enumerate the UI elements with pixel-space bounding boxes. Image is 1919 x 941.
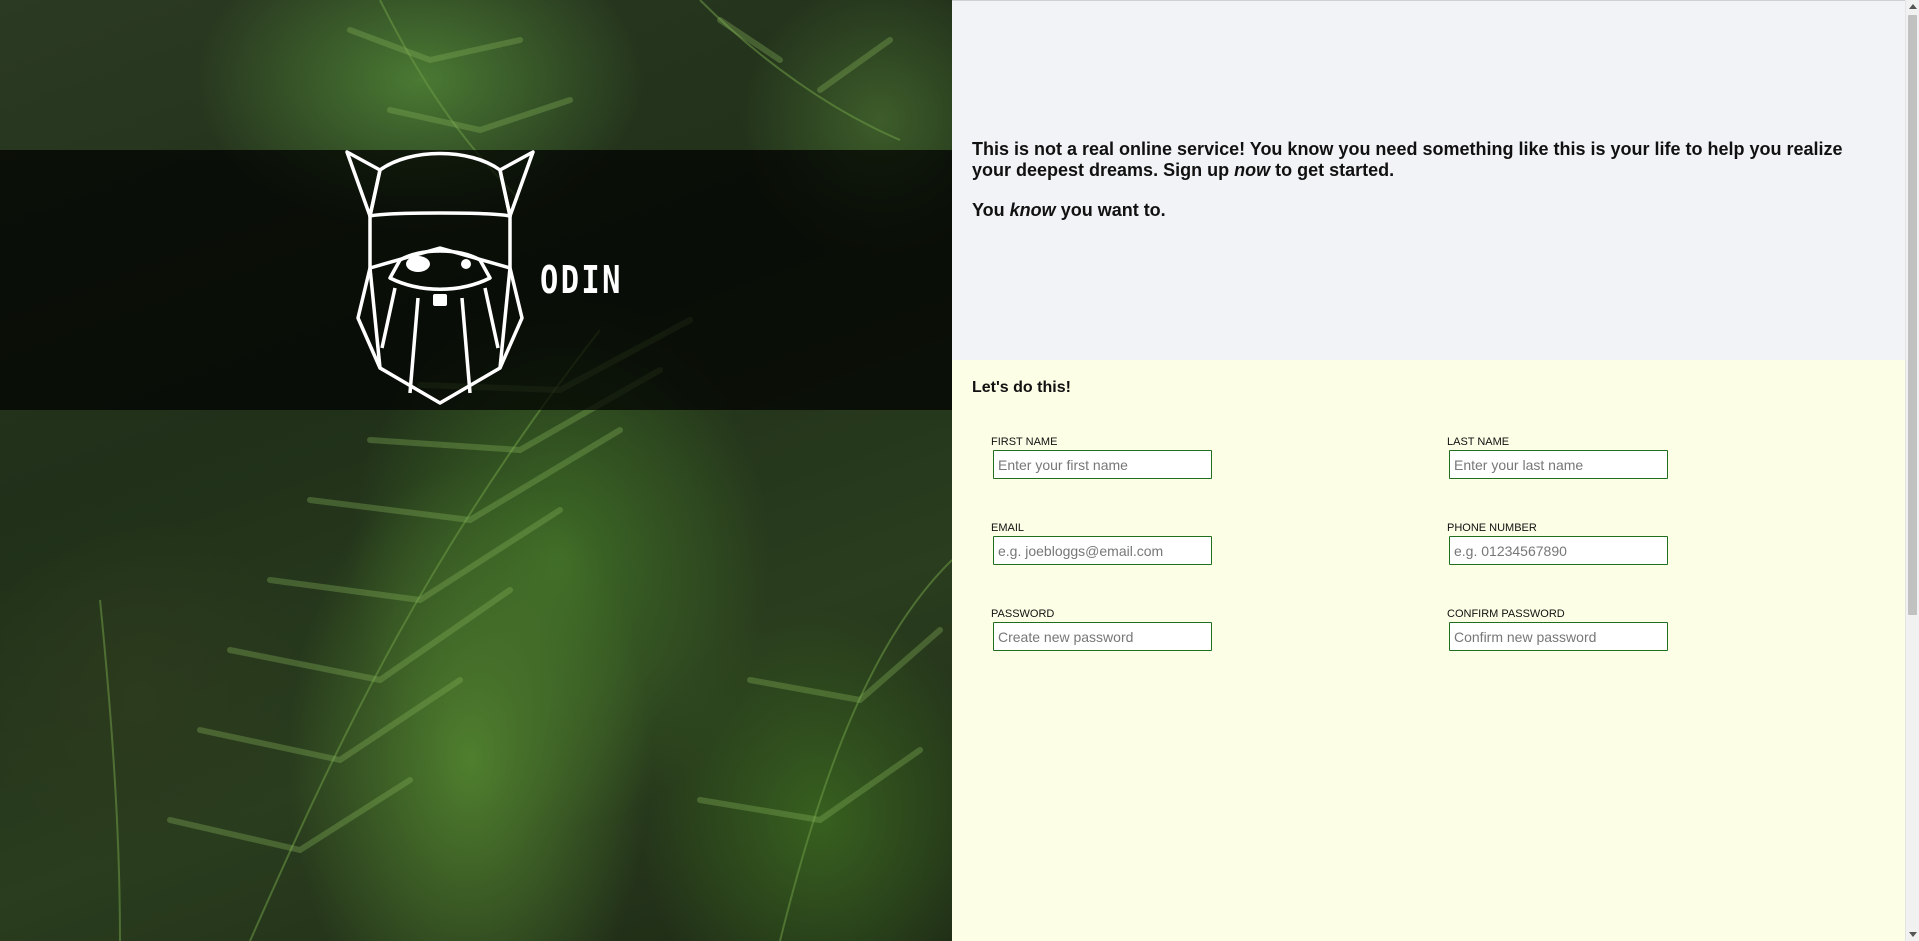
hero-panel: ODIN bbox=[0, 0, 952, 941]
email-group: EMAIL bbox=[991, 522, 1212, 565]
confirm-password-group: CONFIRM PASSWORD bbox=[1447, 608, 1668, 651]
signup-form: Let's do this! FIRST NAME LAST NAME EMAI… bbox=[952, 360, 1905, 941]
intro-tagline: You know you want to. bbox=[972, 200, 1872, 221]
email-label: EMAIL bbox=[991, 522, 1025, 534]
last-name-input[interactable] bbox=[1449, 450, 1668, 479]
odin-viking-head-icon bbox=[345, 150, 535, 405]
first-name-label: FIRST NAME bbox=[991, 436, 1058, 448]
intro-paragraph: This is not a real online service! You k… bbox=[972, 139, 1872, 181]
tagline-text-b: you want to. bbox=[1055, 200, 1166, 220]
form-title: Let's do this! bbox=[972, 379, 1071, 396]
scrollbar-thumb[interactable] bbox=[1908, 15, 1917, 615]
phone-label: PHONE NUMBER bbox=[1447, 522, 1537, 534]
email-input[interactable] bbox=[993, 536, 1212, 565]
intro-text-b: to get started. bbox=[1270, 160, 1395, 180]
first-name-group: FIRST NAME bbox=[991, 436, 1212, 479]
brand-name: ODIN bbox=[540, 258, 623, 302]
fern-background-image bbox=[99, 0, 952, 941]
intro-section: This is not a real online service! You k… bbox=[952, 0, 1905, 360]
password-label: PASSWORD bbox=[991, 608, 1055, 620]
intro-emphasis-now: now bbox=[1234, 160, 1271, 180]
confirm-password-input[interactable] bbox=[1449, 622, 1668, 651]
phone-group: PHONE NUMBER bbox=[1447, 522, 1668, 565]
vertical-scrollbar[interactable] bbox=[1905, 0, 1919, 941]
first-name-input[interactable] bbox=[993, 450, 1212, 479]
tagline-text-a: You bbox=[972, 200, 1010, 220]
tagline-emphasis-know: know bbox=[1009, 200, 1056, 220]
password-input[interactable] bbox=[993, 622, 1212, 651]
intro-text-a: This is not a real online service! You k… bbox=[972, 139, 1843, 180]
last-name-group: LAST NAME bbox=[1447, 436, 1668, 479]
last-name-label: LAST NAME bbox=[1447, 436, 1510, 448]
password-group: PASSWORD bbox=[991, 608, 1212, 651]
scroll-up-arrow-icon[interactable] bbox=[1909, 4, 1917, 9]
scroll-down-arrow-icon[interactable] bbox=[1909, 932, 1917, 937]
signup-panel: This is not a real online service! You k… bbox=[952, 0, 1905, 941]
phone-input[interactable] bbox=[1449, 536, 1668, 565]
confirm-password-label: CONFIRM PASSWORD bbox=[1447, 608, 1565, 620]
